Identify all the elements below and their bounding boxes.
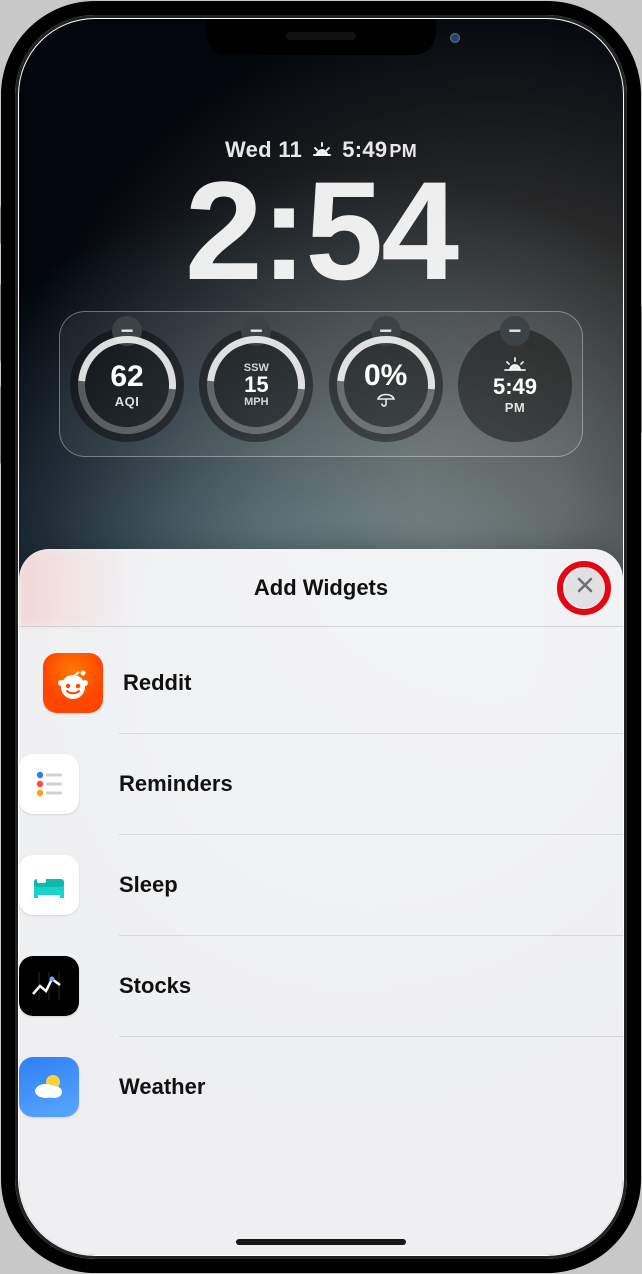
widget-sunset[interactable]: − 5:49 PM	[458, 328, 572, 442]
button-volume-down[interactable]	[0, 385, 1, 465]
list-item-reminders[interactable]: Reminders	[119, 733, 623, 834]
switch-silence[interactable]	[0, 205, 1, 245]
notch	[206, 19, 436, 55]
weather-icon	[19, 1057, 79, 1117]
remove-widget-button[interactable]: −	[500, 316, 530, 346]
list-item-reddit[interactable]: Reddit	[19, 627, 623, 733]
widget-sunset-suffix: PM	[505, 400, 526, 415]
list-item-stocks[interactable]: Stocks	[119, 935, 623, 1036]
close-button[interactable]	[565, 568, 605, 608]
sunset-icon	[502, 356, 528, 376]
widget-source-list[interactable]: Reddit Reminders Sleep	[19, 627, 623, 1137]
list-item-sleep[interactable]: Sleep	[119, 834, 623, 935]
widget-container[interactable]: − 62 AQI − SSW 15 MPH − 0%	[59, 311, 583, 457]
lockscreen-time[interactable]: 2:54	[19, 161, 623, 301]
list-item-weather[interactable]: Weather	[119, 1036, 623, 1137]
sleep-icon	[19, 855, 79, 915]
list-item-label: Reminders	[119, 771, 233, 797]
widget-wind[interactable]: − SSW 15 MPH	[199, 328, 313, 442]
sheet-title: Add Widgets	[254, 575, 388, 601]
header-blur	[19, 549, 129, 626]
stocks-icon	[19, 956, 79, 1016]
list-item-label: Reddit	[123, 670, 191, 696]
list-item-label: Stocks	[119, 973, 191, 999]
widget-precip[interactable]: − 0%	[329, 328, 443, 442]
widget-sunset-time: 5:49	[493, 376, 537, 398]
widget-aqi[interactable]: − 62 AQI	[70, 328, 184, 442]
sheet-header: Add Widgets	[19, 549, 623, 627]
close-icon	[576, 576, 594, 599]
list-item-label: Sleep	[119, 872, 178, 898]
home-indicator[interactable]	[236, 1239, 406, 1245]
device-frame: Wed 11 5:49PM 2:54 − 62 AQI − SSW 15 MPH	[15, 15, 627, 1259]
screen: Wed 11 5:49PM 2:54 − 62 AQI − SSW 15 MPH	[19, 19, 623, 1255]
button-volume-up[interactable]	[0, 283, 1, 363]
list-item-label: Weather	[119, 1074, 205, 1100]
add-widgets-sheet: Add Widgets Reddit	[19, 549, 623, 1255]
reminders-icon	[19, 754, 79, 814]
reddit-icon	[43, 653, 103, 713]
